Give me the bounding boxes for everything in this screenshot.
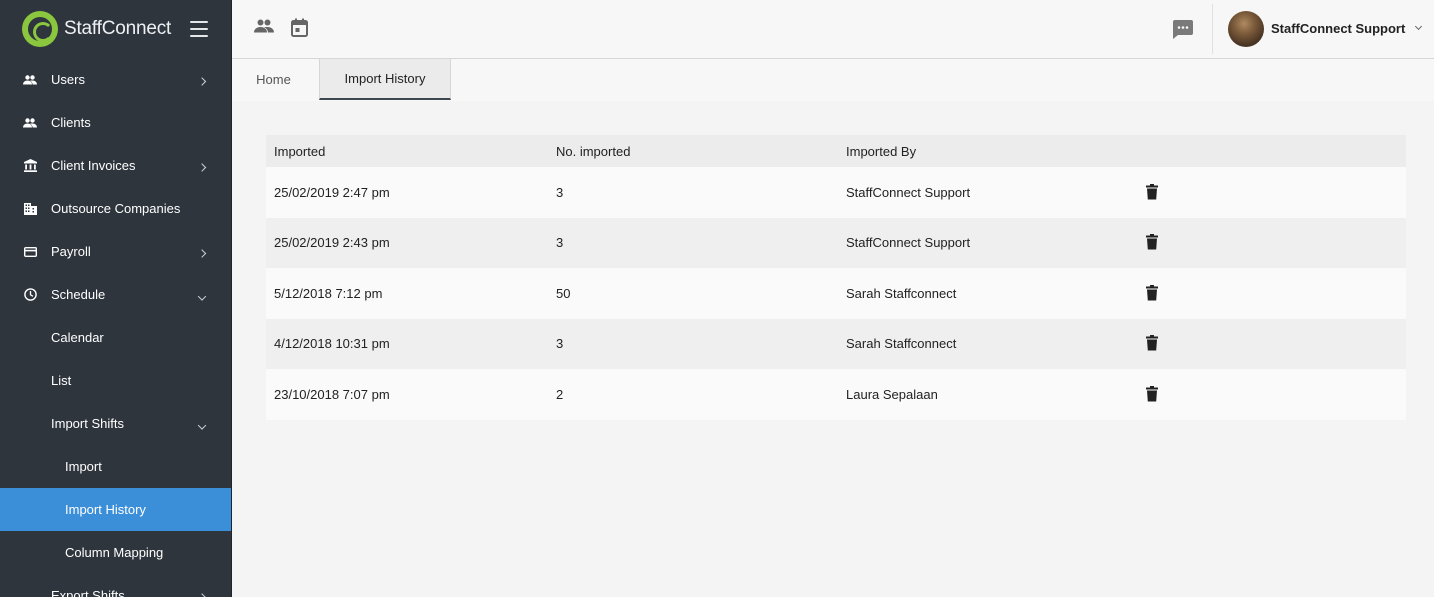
building-icon: [23, 202, 37, 216]
sidebar-item-label: Import History: [65, 502, 146, 517]
cell-imported: 23/10/2018 7:07 pm: [274, 386, 390, 402]
delete-icon[interactable]: [1146, 385, 1158, 405]
cell-actions: [1146, 384, 1406, 405]
cell-imported-by: StaffConnect Support: [846, 184, 971, 200]
cell-count: 50: [556, 285, 571, 301]
cell-actions: [1146, 333, 1406, 354]
delete-icon[interactable]: [1146, 183, 1158, 203]
cell-imported-by: Sarah Staffconnect: [846, 336, 957, 352]
people-icon: [23, 73, 37, 87]
sidebar-item-column-mapping[interactable]: Column Mapping: [0, 531, 231, 574]
sidebar-item-label: Import: [65, 459, 102, 474]
cell-count: 2: [556, 386, 564, 402]
calendar-icon[interactable]: [291, 18, 308, 42]
cell-actions: [1146, 182, 1406, 203]
cell-imported: 25/02/2019 2:47 pm: [274, 184, 390, 200]
cell-actions: [1146, 283, 1406, 304]
sidebar-item-payroll[interactable]: Payroll: [0, 230, 231, 273]
sidebar-item-label: Export Shifts: [51, 588, 125, 597]
sidebar-item-list[interactable]: List: [0, 359, 231, 402]
chevron-right-icon: [197, 244, 207, 259]
sidebar-item-label: Clients: [51, 115, 91, 130]
sidebar-item-label: Calendar: [51, 330, 104, 345]
brand-name: StaffConnect: [64, 18, 172, 39]
sidebar: StaffConnect Users Clients Client Invoic…: [0, 0, 232, 597]
table-row: 23/10/2018 7:07 pm 2 Laura Sepalaan: [266, 369, 1406, 420]
chevron-down-icon: [197, 416, 207, 431]
chevron-down-icon[interactable]: [1414, 22, 1423, 31]
tab-bar: Home Import History: [232, 59, 1434, 101]
card-icon: [23, 245, 37, 259]
cell-count: 3: [556, 184, 564, 200]
table-row: 4/12/2018 10:31 pm 3 Sarah Staffconnect: [266, 318, 1406, 369]
chevron-right-icon: [197, 158, 207, 173]
sidebar-item-export-shifts[interactable]: Export Shifts: [0, 574, 231, 597]
hamburger-menu-icon[interactable]: [190, 21, 208, 37]
sidebar-item-import-history[interactable]: Import History: [0, 488, 231, 531]
chevron-down-icon: [197, 287, 207, 302]
tab-home[interactable]: Home: [232, 59, 315, 100]
sidebar-item-client-invoices[interactable]: Client Invoices: [0, 144, 231, 187]
cell-imported-by: Laura Sepalaan: [846, 386, 938, 402]
sidebar-item-import[interactable]: Import: [0, 445, 231, 488]
sidebar-item-outsource-companies[interactable]: Outsource Companies: [0, 187, 231, 230]
people-icon[interactable]: [254, 19, 274, 38]
column-header-imported-by: Imported By: [846, 143, 917, 159]
top-bar: StaffConnect Support: [232, 0, 1434, 59]
bank-icon: [23, 159, 37, 173]
cell-imported: 25/02/2019 2:43 pm: [274, 235, 390, 251]
cell-imported: 5/12/2018 7:12 pm: [274, 285, 383, 301]
clock-icon: [23, 288, 37, 302]
table-row: 25/02/2019 2:47 pm 3 StaffConnect Suppor…: [266, 167, 1406, 218]
chevron-right-icon: [197, 588, 207, 597]
tab-import-history[interactable]: Import History: [319, 59, 451, 100]
chat-icon[interactable]: [1173, 20, 1193, 44]
avatar[interactable]: [1228, 11, 1264, 47]
sidebar-item-label: Outsource Companies: [51, 201, 181, 216]
divider: [1212, 4, 1213, 54]
cell-count: 3: [556, 336, 564, 352]
table-header: Imported No. imported Imported By: [266, 135, 1406, 167]
sidebar-item-label: Import Shifts: [51, 416, 124, 431]
sidebar-item-calendar[interactable]: Calendar: [0, 316, 231, 359]
sidebar-item-schedule[interactable]: Schedule: [0, 273, 231, 316]
user-name[interactable]: StaffConnect Support: [1271, 21, 1405, 36]
sidebar-item-clients[interactable]: Clients: [0, 101, 231, 144]
sidebar-item-users[interactable]: Users: [0, 58, 231, 101]
sidebar-item-label: Column Mapping: [65, 545, 164, 560]
cell-count: 3: [556, 235, 564, 251]
delete-icon[interactable]: [1146, 234, 1158, 253]
chevron-right-icon: [197, 72, 207, 87]
delete-icon[interactable]: [1146, 335, 1158, 354]
table-row: 25/02/2019 2:43 pm 3 StaffConnect Suppor…: [266, 217, 1406, 268]
main-content: Imported No. imported Imported By 25/02/…: [232, 101, 1434, 597]
delete-icon[interactable]: [1146, 284, 1158, 304]
column-header-count: No. imported: [556, 143, 631, 159]
column-header-imported: Imported: [274, 143, 326, 159]
sidebar-item-label: List: [51, 373, 72, 388]
brand: StaffConnect: [0, 0, 231, 58]
people-icon: [23, 116, 37, 130]
cell-imported: 4/12/2018 10:31 pm: [274, 336, 390, 352]
table-row: 5/12/2018 7:12 pm 50 Sarah Staffconnect: [266, 268, 1406, 319]
sidebar-nav: Users Clients Client Invoices Outsource …: [0, 58, 231, 597]
import-history-table: Imported No. imported Imported By 25/02/…: [266, 135, 1406, 420]
sidebar-item-import-shifts[interactable]: Import Shifts: [0, 402, 231, 445]
cell-actions: [1146, 232, 1406, 253]
cell-imported-by: StaffConnect Support: [846, 235, 971, 251]
cell-imported-by: Sarah Staffconnect: [846, 285, 957, 301]
staffconnect-logo-icon: [22, 11, 58, 47]
